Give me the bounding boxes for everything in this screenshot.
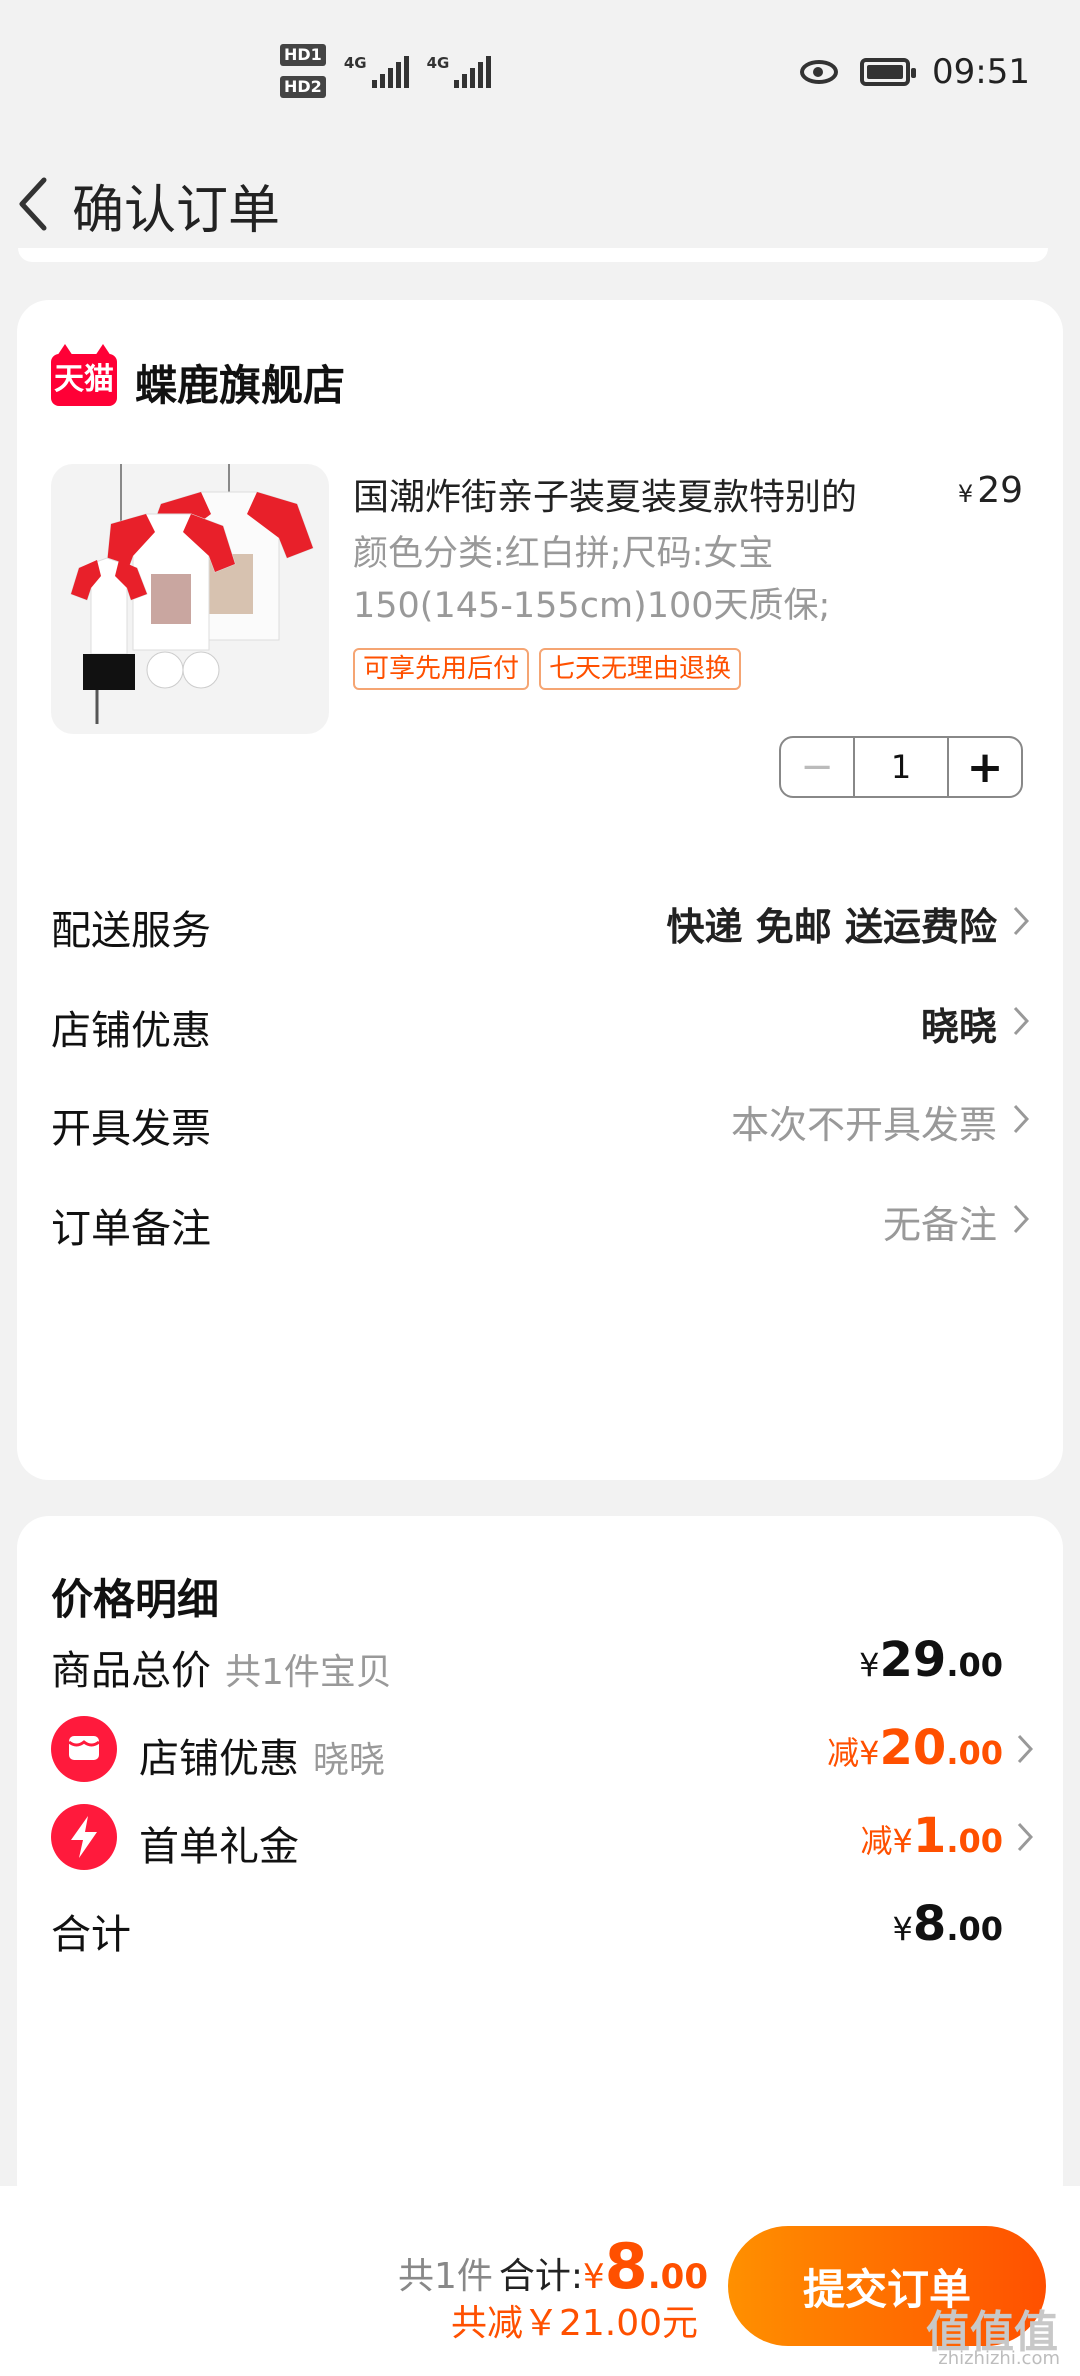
row-shop-discount[interactable]: 店铺优惠 晓晓 <box>17 980 1063 1060</box>
sim2-badge: HD2 <box>280 76 326 98</box>
chevron-right-icon <box>1013 1006 1029 1036</box>
first-gift-amount: 减¥1.00 <box>860 1808 1003 1864</box>
quantity-plus-button[interactable]: + <box>949 738 1021 796</box>
eye-icon <box>800 60 839 84</box>
goods-total-amount: ¥29.00 <box>859 1632 1003 1688</box>
signal-icon-2: 4G <box>427 54 492 88</box>
chevron-right-icon <box>1017 1734 1033 1764</box>
chevron-right-icon <box>1013 906 1029 936</box>
product-title[interactable]: 国潮炸街亲子装夏装夏款特别的 <box>353 468 913 520</box>
checkout-summary: 共1件 合计:¥8.00 <box>397 2230 708 2303</box>
price-detail-title: 价格明细 <box>51 1575 220 1624</box>
tag-pay-later: 可享先用后付 <box>353 648 530 690</box>
row-invoice[interactable]: 开具发票 本次不开具发票 <box>17 1078 1063 1158</box>
chevron-right-icon <box>1017 1822 1033 1852</box>
shop-discount-amount: 减¥20.00 <box>827 1720 1003 1776</box>
row-total: 合计 ¥8.00 <box>51 1896 1003 1958</box>
total-amount: ¥8.00 <box>892 1896 1003 1952</box>
total-saved: 共减￥21.00元 <box>450 2303 698 2344</box>
signal-area: HD1 HD2 4G 4G <box>280 44 492 98</box>
signal-icon: 4G <box>344 54 409 88</box>
product-price: ¥29 <box>957 470 1023 511</box>
row-goods-total: 商品总价 共1件宝贝 ¥29.00 <box>51 1632 1003 1694</box>
row-price-shop-discount[interactable]: 店铺优惠 晓晓 减¥20.00 <box>17 1710 1063 1790</box>
row-delivery[interactable]: 配送服务 快递 免邮 送运费险 <box>17 880 1063 960</box>
product-image[interactable] <box>51 464 329 734</box>
watermark-url: zhizhizhi.com <box>938 2348 1060 2369</box>
nav-bar: 确认订单 <box>0 150 1080 260</box>
tmall-logo-icon: 天猫 <box>51 344 117 406</box>
tag-seven-day-return: 七天无理由退换 <box>539 648 742 690</box>
battery-icon <box>860 58 917 86</box>
row-order-note[interactable]: 订单备注 无备注 <box>17 1178 1063 1258</box>
row-first-order-gift[interactable]: 首单礼金 减¥1.00 <box>17 1798 1063 1878</box>
status-time: 09:51 <box>932 52 1030 92</box>
chevron-right-icon <box>1013 1104 1029 1134</box>
page-title: 确认订单 <box>72 181 281 241</box>
order-card: 天猫 蝶鹿旗舰店 国潮炸街亲子装夏装夏款特别的 ¥29 颜色分类:红白拼;尺码:… <box>17 300 1063 1480</box>
shop-name[interactable]: 蝶鹿旗舰店 <box>135 352 345 413</box>
chevron-right-icon <box>1013 1204 1029 1234</box>
product-tags: 可享先用后付 七天无理由退换 <box>353 648 742 690</box>
quantity-input[interactable]: 1 <box>853 738 949 796</box>
sim1-badge: HD1 <box>280 44 326 66</box>
shop-coupon-icon <box>51 1716 117 1782</box>
address-card-edge <box>18 248 1048 262</box>
product-sku: 颜色分类:红白拼;尺码:女宝150(145-155cm)100天质保; <box>353 534 831 626</box>
lightning-icon <box>51 1804 117 1870</box>
back-arrow-icon[interactable] <box>14 174 54 234</box>
status-bar: HD1 HD2 4G 4G 09:51 <box>0 0 1080 150</box>
checkout-bar: 共1件 合计:¥8.00 共减￥21.00元 提交订单 值值值 zhizhizhi… <box>0 2186 1080 2376</box>
price-detail-card: 价格明细 商品总价 共1件宝贝 ¥29.00 店铺优惠 晓晓 减¥20.00 首单礼… <box>17 1516 1063 2216</box>
quantity-stepper: − 1 + <box>779 736 1023 798</box>
quantity-minus-button[interactable]: − <box>781 738 853 796</box>
